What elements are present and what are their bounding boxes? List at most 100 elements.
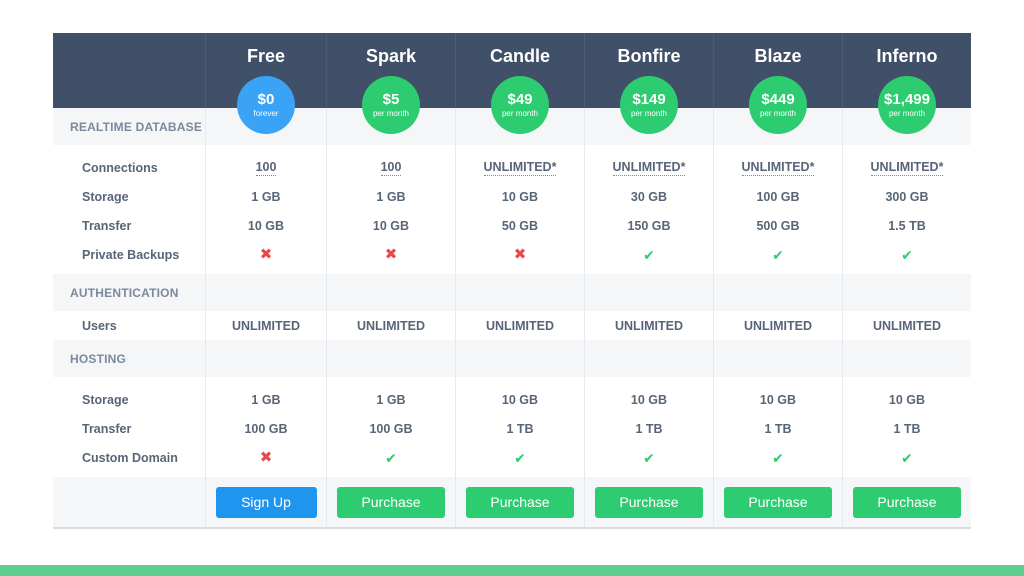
price-badge: $149 per month xyxy=(620,76,678,134)
feature-value: 10 GB xyxy=(584,385,713,414)
plan-name: Bonfire xyxy=(617,46,681,66)
x-icon: ✖ xyxy=(259,449,273,466)
x-icon: ✖ xyxy=(259,246,273,263)
feature-value: 1 GB xyxy=(205,182,326,211)
feature-row-custom-domain: Custom Domain ✖ ✔ ✔ ✔ ✔ ✔ xyxy=(53,443,971,472)
feature-value: 10 GB xyxy=(455,182,584,211)
feature-value[interactable]: UNLIMITED* xyxy=(741,160,815,176)
feature-value[interactable]: UNLIMITED* xyxy=(483,160,557,176)
x-icon: ✖ xyxy=(384,246,398,263)
feature-row-transfer: Transfer 10 GB 10 GB 50 GB 150 GB 500 GB… xyxy=(53,211,971,240)
check-icon: ✔ xyxy=(643,449,655,466)
section-title: REALTIME DATABASE xyxy=(70,119,203,134)
plan-name: Candle xyxy=(489,46,550,66)
sign-up-button[interactable]: Sign Up xyxy=(215,486,317,518)
feature-label: Storage xyxy=(82,392,129,407)
plan-header-row: Free $0 forever Spark $5 per month Candl… xyxy=(53,33,971,134)
feature-value: 100 GB xyxy=(713,182,842,211)
feature-value: UNLIMITED xyxy=(205,311,326,340)
section-title: HOSTING xyxy=(70,351,127,366)
plan-header-blaze: Blaze $449 per month xyxy=(713,33,842,134)
feature-value: 10 GB xyxy=(326,211,455,240)
feature-value: 1 TB xyxy=(455,414,584,443)
check-icon: ✔ xyxy=(772,246,784,263)
check-icon: ✔ xyxy=(514,449,526,466)
feature-value: 30 GB xyxy=(584,182,713,211)
section-header-authentication: AUTHENTICATION xyxy=(53,274,971,311)
feature-value: 10 GB xyxy=(842,385,971,414)
feature-label: Custom Domain xyxy=(82,450,178,465)
plan-period: per month xyxy=(888,108,926,118)
plan-header-free: Free $0 forever xyxy=(205,33,326,134)
feature-value: 50 GB xyxy=(455,211,584,240)
feature-value: 1.5 TB xyxy=(842,211,971,240)
plan-period: per month xyxy=(759,108,797,118)
feature-row-hosting-transfer: Transfer 100 GB 100 GB 1 TB 1 TB 1 TB 1 … xyxy=(53,414,971,443)
plan-period: per month xyxy=(501,108,539,118)
x-icon: ✖ xyxy=(513,246,527,263)
header-corner xyxy=(53,33,205,108)
feature-value: 100 GB xyxy=(326,414,455,443)
plan-period: per month xyxy=(372,108,410,118)
feature-label: Users xyxy=(82,318,117,333)
purchase-spark-button[interactable]: Purchase xyxy=(337,486,445,518)
feature-row-hosting-storage: Storage 1 GB 1 GB 10 GB 10 GB 10 GB 10 G… xyxy=(53,385,971,414)
plan-name: Free xyxy=(246,46,286,66)
feature-row-connections: Connections 100 100 UNLIMITED* UNLIMITED… xyxy=(53,153,971,182)
feature-value[interactable]: 100 xyxy=(255,160,277,176)
plan-header-bonfire: Bonfire $149 per month xyxy=(584,33,713,134)
button-row: Sign Up Purchase Purchase Purchase Purch… xyxy=(53,477,971,527)
purchase-candle-button[interactable]: Purchase xyxy=(466,486,574,518)
feature-row-storage: Storage 1 GB 1 GB 10 GB 30 GB 100 GB 300… xyxy=(53,182,971,211)
footer-accent-bar xyxy=(0,565,1024,576)
plan-price: $1,499 xyxy=(884,90,930,108)
plan-name: Inferno xyxy=(876,46,938,66)
plan-price: $5 xyxy=(382,90,400,108)
feature-value[interactable]: 100 xyxy=(380,160,402,176)
feature-value: 1 GB xyxy=(326,385,455,414)
feature-value: UNLIMITED xyxy=(455,311,584,340)
feature-row-users: Users UNLIMITED UNLIMITED UNLIMITED UNLI… xyxy=(53,311,971,340)
feature-value: 1 TB xyxy=(713,414,842,443)
feature-value: 150 GB xyxy=(584,211,713,240)
check-icon: ✔ xyxy=(901,449,913,466)
price-badge: $5 per month xyxy=(362,76,420,134)
purchase-bonfire-button[interactable]: Purchase xyxy=(595,486,703,518)
plan-header-candle: Candle $49 per month xyxy=(455,33,584,134)
feature-label: Transfer xyxy=(82,421,132,436)
feature-label: Storage xyxy=(82,189,129,204)
purchase-inferno-button[interactable]: Purchase xyxy=(853,486,961,518)
plan-period: forever xyxy=(253,108,279,118)
feature-value: 300 GB xyxy=(842,182,971,211)
feature-value: 1 TB xyxy=(842,414,971,443)
price-badge: $0 forever xyxy=(237,76,295,134)
plan-header-spark: Spark $5 per month xyxy=(326,33,455,134)
plan-price: $49 xyxy=(507,90,533,108)
section-header-hosting: HOSTING xyxy=(53,340,971,377)
feature-value: UNLIMITED xyxy=(842,311,971,340)
price-badge: $449 per month xyxy=(749,76,807,134)
plan-name: Spark xyxy=(365,46,417,66)
feature-value: UNLIMITED xyxy=(713,311,842,340)
plan-period: per month xyxy=(630,108,668,118)
plan-header-inferno: Inferno $1,499 per month xyxy=(842,33,971,134)
check-icon: ✔ xyxy=(772,449,784,466)
price-badge: $1,499 per month xyxy=(878,76,936,134)
plan-price: $449 xyxy=(761,90,795,108)
feature-value: 10 GB xyxy=(205,211,326,240)
feature-value: 1 GB xyxy=(326,182,455,211)
plan-price: $0 xyxy=(257,90,275,108)
purchase-blaze-button[interactable]: Purchase xyxy=(724,486,832,518)
check-icon: ✔ xyxy=(901,246,913,263)
feature-value: 500 GB xyxy=(713,211,842,240)
feature-value[interactable]: UNLIMITED* xyxy=(870,160,944,176)
feature-value: UNLIMITED xyxy=(326,311,455,340)
check-icon: ✔ xyxy=(385,449,397,466)
feature-value: 10 GB xyxy=(455,385,584,414)
feature-value[interactable]: UNLIMITED* xyxy=(612,160,686,176)
feature-label: Transfer xyxy=(82,218,132,233)
feature-value: UNLIMITED xyxy=(584,311,713,340)
check-icon: ✔ xyxy=(643,246,655,263)
feature-row-private-backups: Private Backups ✖ ✖ ✖ ✔ ✔ ✔ xyxy=(53,240,971,269)
feature-value: 1 TB xyxy=(584,414,713,443)
